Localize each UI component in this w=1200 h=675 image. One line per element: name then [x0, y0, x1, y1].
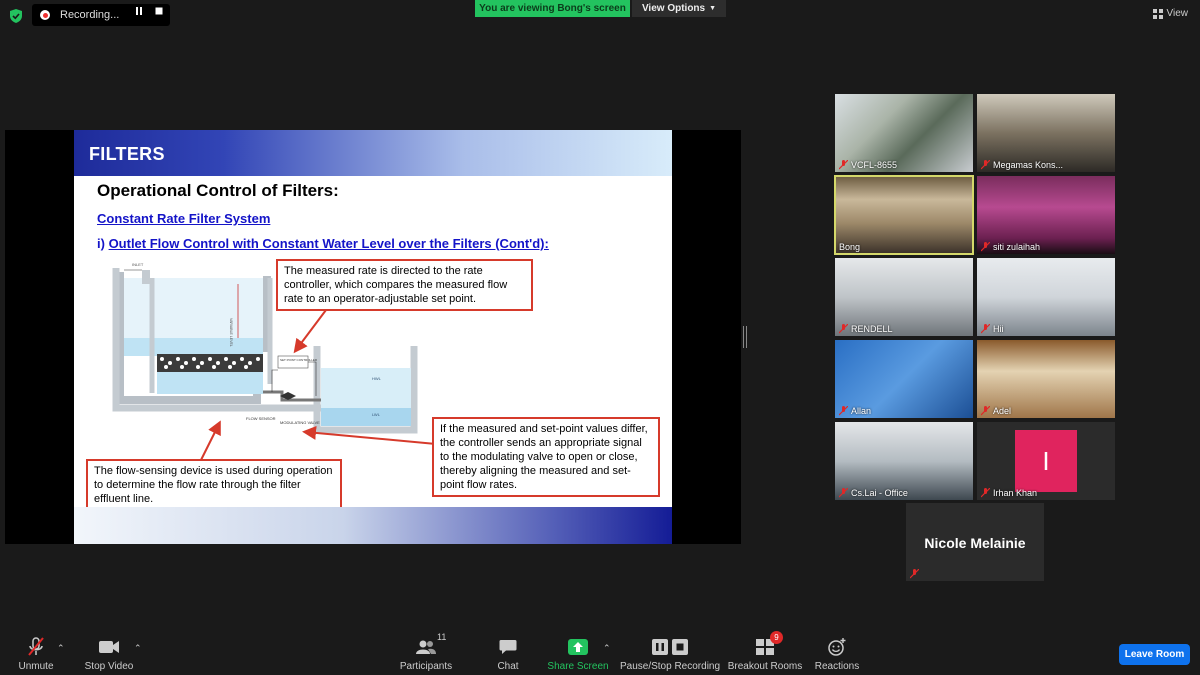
participants-button[interactable]: 11 Participants [386, 632, 466, 672]
muted-mic-icon [839, 488, 848, 498]
participant-name: RENDELL [839, 324, 893, 334]
participant-tile[interactable]: Nicole Melainie [906, 503, 1044, 581]
participant-tile[interactable]: Hii [977, 258, 1115, 336]
participants-label: Participants [399, 661, 453, 672]
chevron-down-icon: ▼ [709, 5, 717, 12]
video-camera-icon [99, 641, 119, 653]
participant-name: Hii [981, 324, 1004, 334]
recording-label: Recording... [60, 9, 120, 21]
muted-mic-icon [910, 569, 919, 579]
unmute-label: Unmute [18, 661, 54, 672]
muted-mic-icon [981, 160, 990, 170]
share-screen-label: Share Screen [547, 661, 609, 672]
callout-flow-sensor: The flow-sensing device is used during o… [86, 459, 342, 510]
share-screen-button[interactable]: Share Screen [538, 636, 618, 672]
muted-mic-icon [981, 324, 990, 334]
stop-video-label: Stop Video [84, 661, 134, 672]
callout-modulating-valve: If the measured and set-point values dif… [432, 417, 660, 497]
participant-name: Allan [839, 406, 871, 416]
reactions-button[interactable]: Reactions [797, 636, 877, 672]
participants-icon [416, 640, 436, 654]
pause-stop-recording-button[interactable]: Pause/Stop Recording [620, 636, 720, 672]
participant-name: Irhan Khan [981, 488, 1037, 498]
avatar: I [1015, 430, 1077, 492]
chat-button[interactable]: Chat [468, 636, 548, 672]
pause-recording-icon[interactable] [133, 5, 145, 17]
participant-tile[interactable]: Allan [835, 340, 973, 418]
slide-footer [74, 507, 672, 544]
participant-tile[interactable]: I Irhan Khan [977, 422, 1115, 500]
view-button[interactable]: View [1152, 8, 1189, 19]
smiley-add-icon [828, 638, 846, 656]
reactions-label: Reactions [814, 661, 860, 672]
audio-options-caret-icon[interactable]: ⌃ [57, 643, 65, 654]
participant-tile[interactable]: Cs.Lai - Office [835, 422, 973, 500]
participant-name: siti zulaihah [981, 242, 1040, 252]
recording-indicator: Recording... [32, 4, 170, 26]
muted-mic-icon [839, 406, 848, 416]
presentation-slide: FILTERS Operational Control of Filters: … [74, 130, 672, 544]
callout-rate-controller: The measured rate is directed to the rat… [276, 259, 533, 311]
viewing-screen-banner: You are viewing Bong's screen [475, 0, 630, 17]
view-options-button[interactable]: View Options ▼ [632, 0, 726, 17]
resize-handle[interactable] [743, 326, 747, 348]
participant-tile[interactable]: RENDELL [835, 258, 973, 336]
stop-video-button[interactable]: Stop Video [69, 636, 149, 672]
muted-mic-icon [981, 406, 990, 416]
muted-mic-icon [981, 242, 990, 252]
participant-tile[interactable]: siti zulaihah [977, 176, 1115, 254]
participant-tile[interactable]: Megamas Kons... [977, 94, 1115, 172]
shared-screen[interactable]: FILTERS Operational Control of Filters: … [5, 130, 741, 544]
security-shield-icon[interactable] [8, 8, 24, 24]
participant-name: Adel [981, 406, 1011, 416]
recording-dot-icon [40, 10, 50, 20]
breakout-count-badge: 9 [770, 631, 783, 644]
participant-name: Megamas Kons... [981, 160, 1063, 170]
stop-icon [672, 639, 688, 655]
muted-mic-icon [839, 160, 848, 170]
participant-tile[interactable]: Adel [977, 340, 1115, 418]
muted-microphone-icon [28, 637, 44, 656]
breakout-rooms-label: Breakout Rooms [727, 661, 803, 672]
participant-tile-active-speaker[interactable]: Bong [834, 175, 974, 255]
muted-mic-icon [839, 324, 848, 334]
video-options-caret-icon[interactable]: ⌃ [134, 643, 142, 654]
participant-name-centered: Nicole Melainie [924, 535, 1026, 551]
grid-view-icon [1152, 8, 1163, 19]
share-options-caret-icon[interactable]: ⌃ [603, 643, 611, 654]
participant-name: Cs.Lai - Office [839, 488, 908, 498]
share-screen-icon [568, 639, 588, 655]
chat-label: Chat [497, 661, 519, 672]
pause-icon [652, 639, 668, 655]
stop-recording-icon[interactable] [153, 5, 165, 17]
leave-room-button[interactable]: Leave Room [1119, 644, 1190, 665]
unmute-button[interactable]: Unmute [0, 636, 76, 672]
chat-bubble-icon [499, 640, 517, 654]
participant-mic-status [910, 569, 919, 579]
muted-mic-icon [981, 488, 990, 498]
view-options-label: View Options [641, 3, 706, 14]
breakout-rooms-button[interactable]: 9 Breakout Rooms [725, 631, 805, 672]
participant-name: Bong [839, 242, 861, 252]
participant-tile[interactable]: VCFL-8655 [835, 94, 973, 172]
view-button-label: View [1166, 8, 1189, 19]
participant-name: VCFL-8655 [839, 160, 897, 170]
participant-count: 11 [437, 632, 447, 642]
pause-stop-recording-label: Pause/Stop Recording [619, 661, 721, 672]
